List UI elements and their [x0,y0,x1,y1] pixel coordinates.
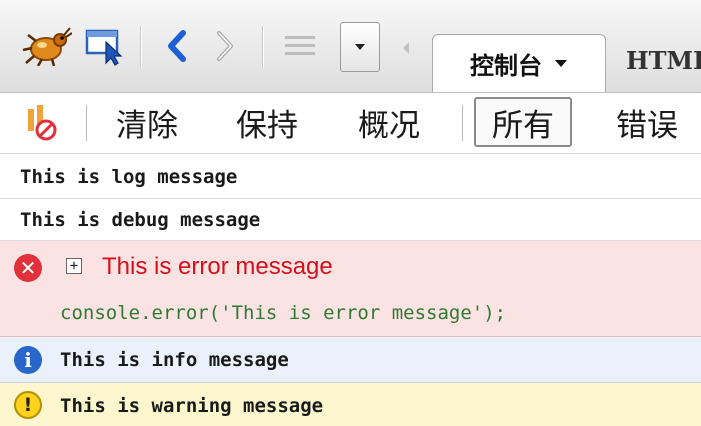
console-row-debug: This is debug message [0,199,701,241]
toolbar-separator [140,26,141,68]
filter-separator [462,105,463,141]
filter-separator [86,105,87,141]
expand-stack-toggle[interactable]: + [66,258,82,274]
log-message-text: This is log message [20,166,238,188]
console-row-info: i This is info message [0,337,701,383]
filter-all-button[interactable]: 所有 [474,97,572,147]
firebug-console-window: 控制台 HTML 清除 保持 概况 所有 错误 This is log mess… [0,0,701,426]
persist-button[interactable]: 保持 [236,97,298,147]
left-scroll-arrow-icon [403,42,409,54]
chevron-down-icon [555,60,567,67]
dropdown-arrow-icon [355,44,365,50]
firebug-toolbar: 控制台 HTML [0,0,701,93]
debug-message-text: This is debug message [20,209,261,231]
tab-html[interactable]: HTML [626,46,701,75]
console-row-error: ✕ + This is error message console.error(… [0,241,701,337]
tab-console-label: 控制台 [470,52,542,80]
info-message-text: This is info message [60,349,289,371]
error-message-text: This is error message [102,253,333,280]
panel-dropdown-button[interactable] [340,22,380,72]
profile-button[interactable]: 概况 [358,97,420,147]
tab-scroll-left-button[interactable] [392,30,420,66]
inspect-element-icon[interactable] [82,26,130,66]
console-row-log: This is log message [0,155,701,199]
console-row-warning: ! This is warning message [0,383,701,426]
console-filter-bar: 清除 保持 概况 所有 错误 [0,93,701,154]
back-arrow-icon[interactable] [158,26,196,66]
forward-arrow-icon[interactable] [206,26,244,66]
firebug-bug-icon[interactable] [18,26,74,66]
error-source-line[interactable]: console.error('This is error message'); [60,302,506,324]
error-icon: ✕ [14,254,42,282]
tab-console[interactable]: 控制台 [432,34,606,92]
clear-button[interactable]: 清除 [116,97,178,147]
clear-console-icon[interactable] [24,103,64,143]
warning-icon: ! [14,391,42,419]
warning-message-text: This is warning message [60,395,324,417]
menu-lines-icon[interactable] [278,26,322,66]
toolbar-separator [262,26,263,68]
filter-errors-button[interactable]: 错误 [616,97,678,147]
info-icon: i [14,346,42,374]
